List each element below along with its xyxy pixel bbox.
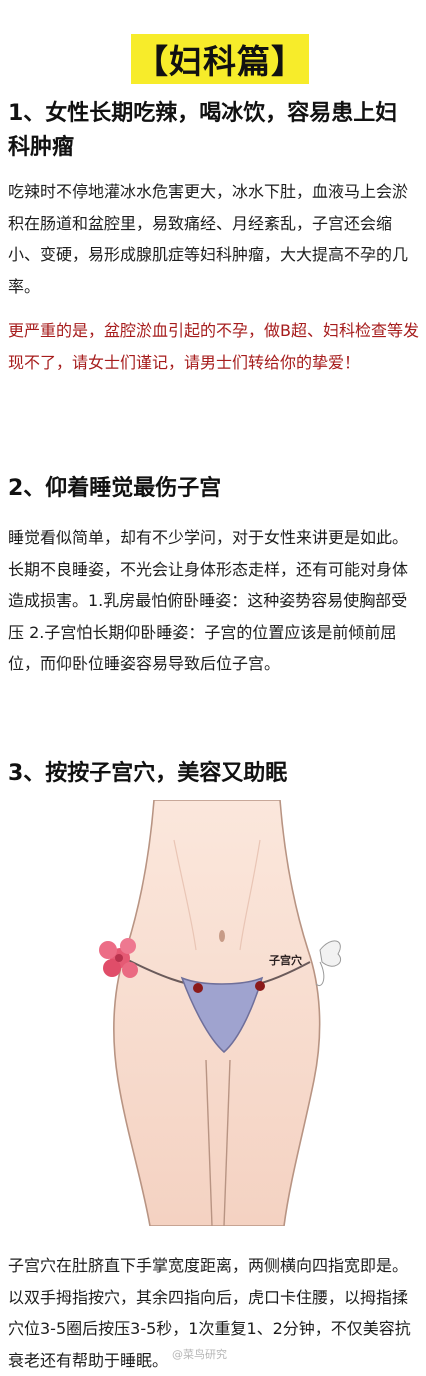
paragraph-1: 吃辣时不停地灌冰水危害更大，冰水下肚，血液马上会淤积在肠道和盆腔里，易致痛经、月… [8,182,409,296]
heading-1-line2: 科肿瘤 [8,135,75,160]
heading-1-line1: 1、女性长期吃辣，喝冰饮，容易患上妇 [8,101,398,126]
acupoint-right-marker [255,981,265,991]
torso-drawing [99,800,342,1226]
heading-3: 3、按按子宫穴，美容又助眠 [8,761,288,786]
acupoint-label: 子宫穴 [269,954,302,967]
heading-2: 2、仰着睡觉最伤子宫 [8,476,222,501]
bow-icon [315,940,342,986]
section-banner: 【妇科篇】 [131,34,309,84]
warning-paragraph: 更严重的是，盆腔淤血引起的不孕，做B超、妇科检查等发现不了，请女士们谨记，请男士… [8,321,419,372]
acupoint-left-marker [193,983,203,993]
paragraph-2: 睡觉看似简单，却有不少学问，对于女性来讲更是如此。长期不良睡姿，不光会让身体形态… [8,528,409,673]
acupoint-illustration: 子宫穴 [84,800,350,1226]
watermark: @菜鸟研究 [172,1348,227,1361]
